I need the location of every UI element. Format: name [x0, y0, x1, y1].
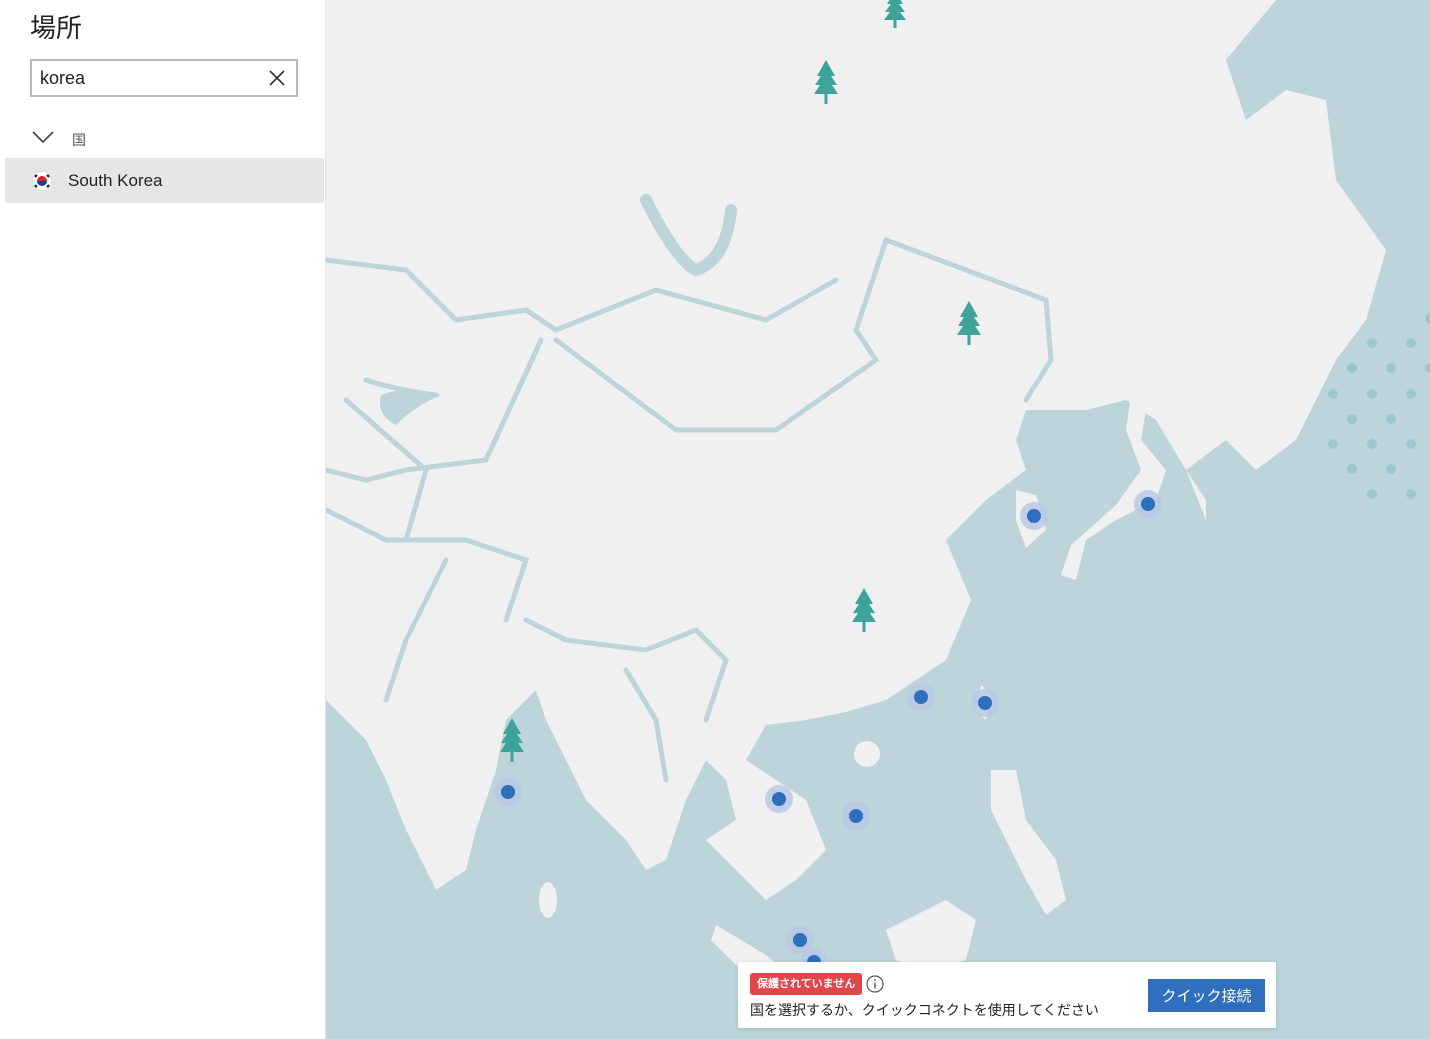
status-badge: 保護されていません — [750, 973, 863, 995]
map-srilanka — [539, 882, 557, 918]
info-icon[interactable] — [866, 975, 884, 993]
location-pin[interactable] — [1020, 502, 1048, 530]
location-pin[interactable] — [842, 802, 870, 830]
connection-status-card: 保護されていません 国を選択するか、クイックコネクトを使用してください クイック… — [738, 962, 1276, 1028]
location-pin[interactable] — [765, 785, 793, 813]
location-pin[interactable] — [907, 683, 935, 711]
clear-search-button[interactable] — [268, 69, 286, 87]
location-pin[interactable] — [494, 778, 522, 806]
locations-sidebar: 場所 国 South Korea — [0, 0, 326, 1039]
location-pin[interactable] — [971, 689, 999, 717]
result-item-south-korea[interactable]: South Korea — [5, 158, 324, 203]
page-title: 場所 — [30, 14, 83, 44]
close-icon — [269, 70, 285, 86]
group-header-countries[interactable]: 国 — [30, 126, 310, 150]
search-box — [30, 59, 298, 97]
chevron-down-icon — [32, 131, 54, 144]
status-message: 国を選択するか、クイックコネクトを使用してください — [750, 1003, 1099, 1019]
search-input[interactable] — [40, 67, 260, 89]
south-korea-flag-icon — [32, 171, 52, 191]
result-label: South Korea — [68, 171, 163, 190]
group-label: 国 — [72, 133, 86, 149]
world-map[interactable] — [326, 0, 1430, 1039]
map-hainan — [854, 741, 880, 767]
location-pin[interactable] — [1134, 490, 1162, 518]
quick-connect-button[interactable]: クイック接続 — [1148, 979, 1265, 1012]
